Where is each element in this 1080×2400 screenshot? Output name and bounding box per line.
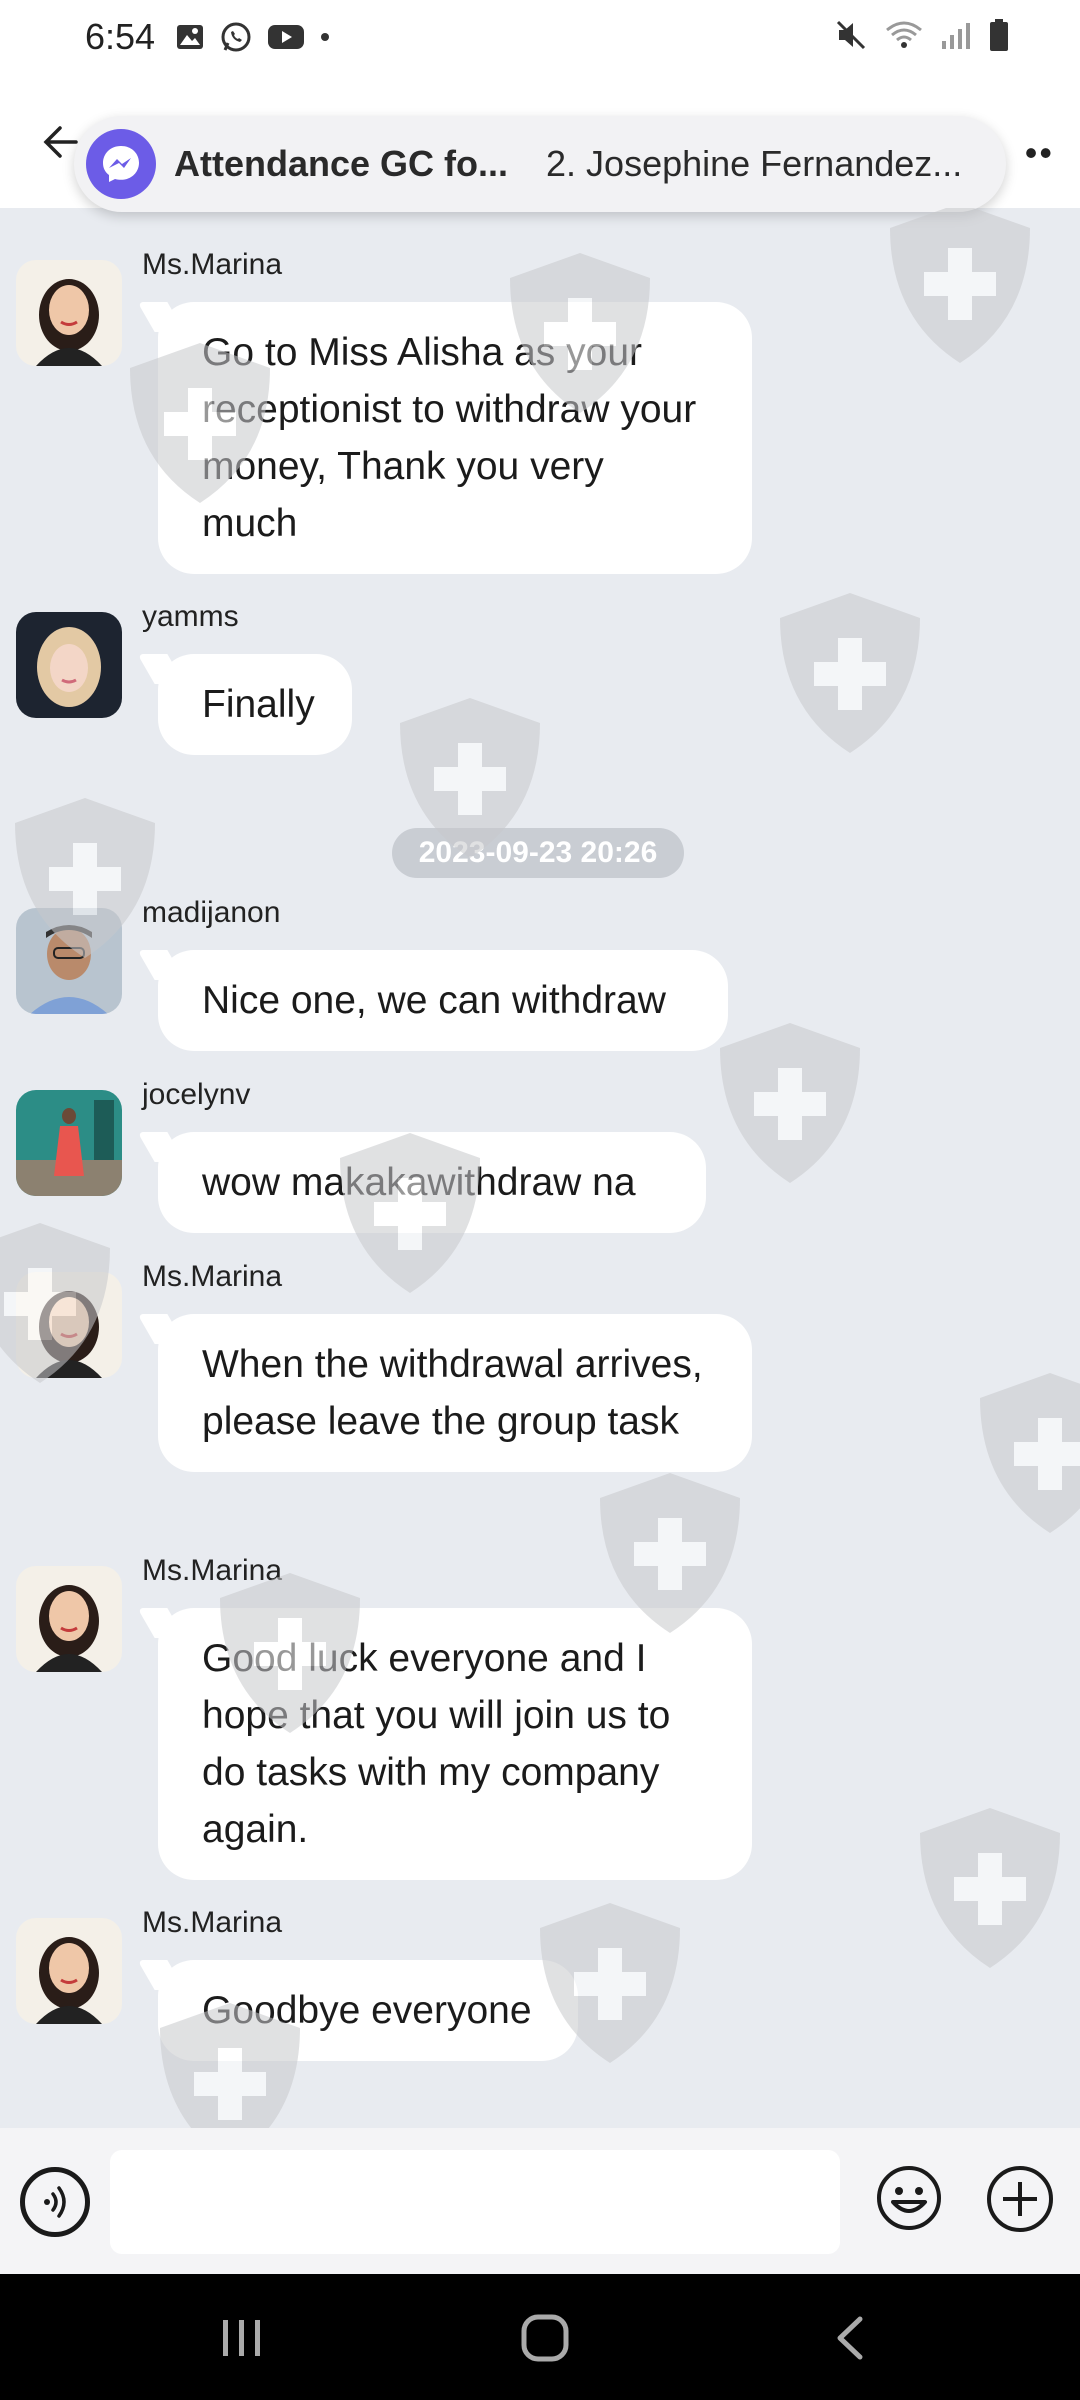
home-icon[interactable]	[515, 2308, 575, 2368]
system-icons	[834, 18, 1010, 52]
avatar[interactable]	[16, 908, 122, 1014]
member-subtitle: 2. Josephine Fernandez...	[546, 143, 963, 184]
avatar[interactable]	[16, 1566, 122, 1672]
shield-cross-icon	[780, 593, 920, 753]
chat-title-pill[interactable]: Attendance GC fo... 2. Josephine Fernand…	[74, 116, 1006, 212]
avatar[interactable]	[16, 1918, 122, 2024]
sender-name: Ms.Marina	[142, 248, 283, 281]
message-bubble[interactable]: Go to Miss Alisha as your receptionist t…	[158, 302, 752, 574]
dot-icon	[321, 33, 329, 41]
message-bubble[interactable]: Goodbye everyone	[158, 1960, 578, 2061]
avatar[interactable]	[16, 612, 122, 718]
message-bubble[interactable]: Good luck everyone and I hope that you w…	[158, 1608, 752, 1880]
sender-name: yamms	[142, 600, 239, 633]
message-bubble[interactable]: When the withdrawal arrives, please leav…	[158, 1314, 752, 1472]
voice-icon[interactable]	[20, 2167, 90, 2237]
group-title: Attendance GC fo...	[174, 143, 509, 184]
system-nav-bar	[0, 2274, 1080, 2400]
avatar[interactable]	[16, 1272, 122, 1378]
message-bubble[interactable]: Finally	[158, 654, 352, 755]
plus-icon[interactable]	[985, 2164, 1055, 2234]
composer	[0, 2128, 1080, 2274]
back-nav-icon[interactable]	[820, 2308, 880, 2368]
shield-cross-icon	[920, 1808, 1060, 1968]
sender-name: Ms.Marina	[142, 1554, 283, 1587]
message-input[interactable]	[110, 2150, 840, 2254]
message-list[interactable]: Ms.Marina Go to Miss Alisha as your rece…	[0, 208, 1080, 2128]
more-icon[interactable]: ••	[1025, 132, 1054, 174]
messenger-icon	[86, 129, 156, 199]
shield-cross-icon	[720, 1023, 860, 1183]
mute-icon	[836, 20, 866, 50]
youtube-icon	[268, 25, 304, 49]
sender-name: Ms.Marina	[142, 1906, 283, 1939]
date-separator: 2023-09-23 20:26	[392, 828, 684, 878]
status-time: 6:54	[85, 16, 156, 57]
avatar[interactable]	[16, 1090, 122, 1196]
recents-icon[interactable]	[212, 2308, 272, 2368]
signal-icon	[942, 23, 970, 49]
shield-cross-icon	[980, 1373, 1080, 1533]
message-bubble[interactable]: Nice one, we can withdraw	[158, 950, 728, 1051]
status-bar: 6:54	[0, 0, 1080, 72]
sender-name: jocelynv	[142, 1078, 251, 1111]
notification-icons	[175, 20, 331, 54]
shield-cross-icon	[890, 208, 1030, 363]
sender-name: madijanon	[142, 896, 281, 929]
emoji-icon[interactable]	[875, 2164, 943, 2232]
wifi-icon	[886, 21, 922, 48]
chat-header: •• Attendance GC fo... 2. Josephine Fern…	[0, 72, 1080, 212]
message-bubble[interactable]: wow makakawithdraw na	[158, 1132, 706, 1233]
gallery-icon	[177, 25, 203, 49]
back-arrow-icon[interactable]	[38, 122, 78, 162]
sender-name: Ms.Marina	[142, 1260, 283, 1293]
battery-icon	[990, 19, 1008, 51]
avatar[interactable]	[16, 260, 122, 366]
whatsapp-icon	[221, 22, 251, 52]
